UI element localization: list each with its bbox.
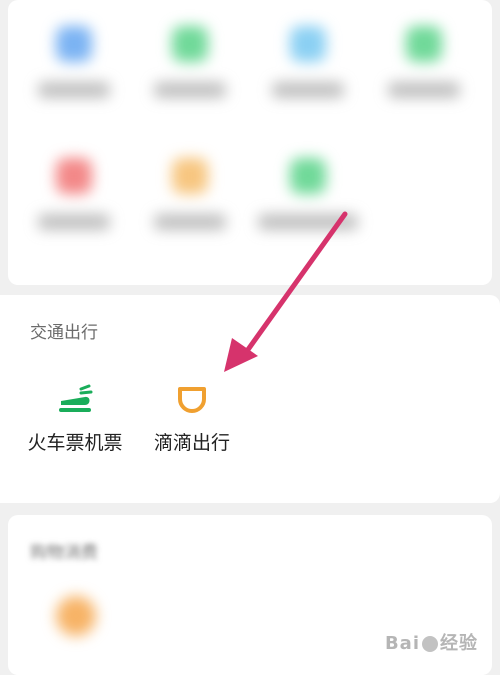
app-label: 滴滴出行 [153, 432, 230, 454]
train-ticket-icon [18, 380, 132, 420]
didi-icon [140, 380, 244, 420]
baidu-watermark: Bai 经验 [385, 629, 478, 655]
section-title-transport: 交通出行 [30, 323, 98, 343]
app-label: 火车票机票 [27, 432, 123, 454]
watermark-text-2: 经验 [440, 633, 478, 654]
section-title-shopping: 购物消费 [30, 543, 98, 563]
watermark-text: Bai [384, 633, 420, 654]
app-train-ticket[interactable]: 火车票机票 [18, 380, 132, 455]
app-didi[interactable]: 滴滴出行 [140, 380, 244, 455]
blurred-services-card [8, 0, 492, 285]
paw-icon [422, 636, 438, 652]
